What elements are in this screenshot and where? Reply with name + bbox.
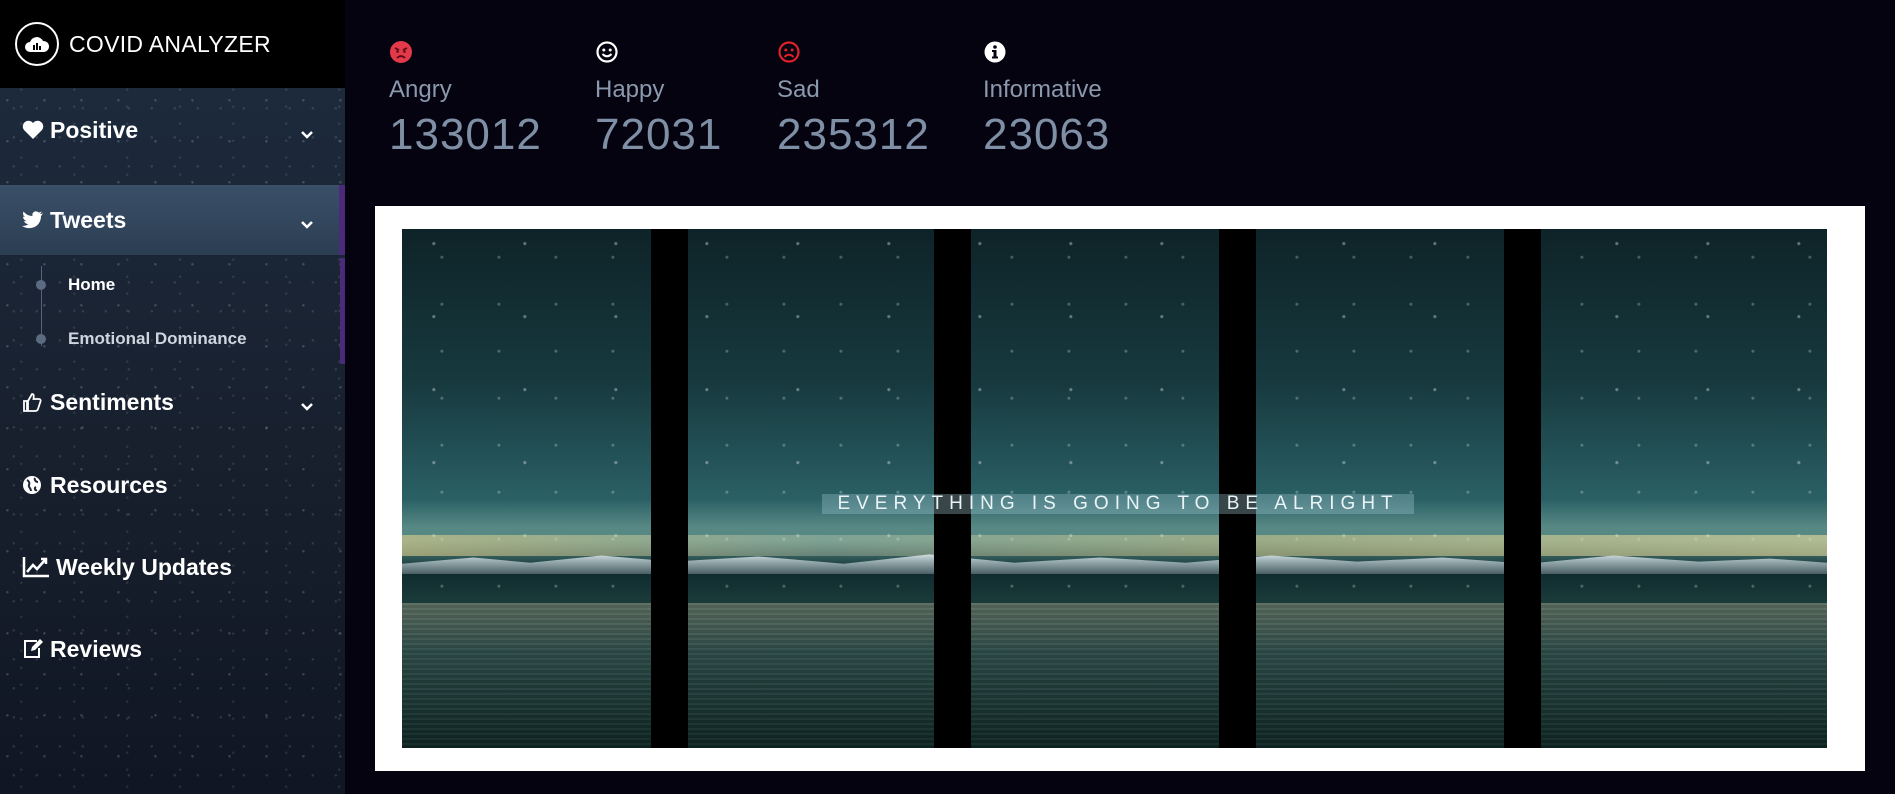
chevron-down-icon: [299, 394, 315, 421]
smile-face-icon: [595, 40, 619, 64]
hero-caption: EVERYTHING IS GOING TO BE ALRIGHT: [822, 493, 1414, 515]
submenu-item-label: Emotional Dominance: [68, 329, 247, 348]
stat-value: 23063: [983, 110, 1111, 159]
stat-value: 72031: [595, 110, 723, 159]
sidebar-item-label: Reviews: [50, 635, 143, 662]
sad-face-icon: [777, 40, 801, 64]
stat-value: 235312: [777, 110, 930, 159]
sidebar-item-label: Tweets: [50, 206, 127, 233]
sidebar-item-label: Weekly Updates: [56, 553, 232, 580]
info-icon: [983, 40, 1007, 64]
globe-icon: [22, 474, 44, 496]
sidebar-item-positive[interactable]: Positive: [0, 102, 345, 158]
sidebar-item-sentiments[interactable]: Sentiments: [0, 374, 345, 430]
submenu-item-home[interactable]: Home: [0, 270, 340, 300]
sidebar-item-tweets[interactable]: Tweets: [0, 185, 345, 255]
black-bar: [1503, 229, 1541, 748]
stat-value: 133012: [389, 110, 542, 159]
stat-sad: Sad 235312: [777, 40, 930, 160]
stat-informative: Informative 23063: [983, 40, 1110, 160]
stat-label: Happy: [595, 76, 665, 103]
chevron-down-icon: [299, 122, 315, 149]
sidebar-item-label: Sentiments: [50, 388, 174, 415]
black-bar: [651, 229, 689, 748]
cloud-chart-icon[interactable]: [15, 22, 59, 66]
sidebar: Positive Tweets Home Emotional Dominance…: [0, 88, 345, 794]
edit-icon: [22, 638, 44, 660]
submenu-item-label: Home: [68, 275, 116, 294]
submenu-item-emotional-dominance[interactable]: Emotional Dominance: [0, 324, 340, 354]
bullet-dot: [36, 334, 46, 344]
sidebar-item-weekly-updates[interactable]: Weekly Updates: [0, 539, 345, 595]
lake-water: [402, 602, 1827, 748]
black-bar: [1218, 229, 1256, 748]
thumbs-up-icon: [22, 391, 44, 413]
sidebar-item-resources[interactable]: Resources: [0, 457, 345, 513]
chevron-down-icon: [299, 212, 315, 239]
hero-image: EVERYTHING IS GOING TO BE ALRIGHT: [402, 229, 1827, 748]
heart-icon: [22, 119, 44, 141]
bullet-dot: [36, 280, 46, 290]
stat-label: Informative: [983, 76, 1102, 103]
brand-bar: COVID ANALYZER: [0, 0, 345, 88]
line-chart-icon: [22, 556, 50, 578]
hero-frame: EVERYTHING IS GOING TO BE ALRIGHT: [375, 206, 1865, 771]
brand-title[interactable]: COVID ANALYZER: [69, 31, 271, 58]
black-bar: [933, 229, 971, 748]
sidebar-item-label: Positive: [50, 116, 139, 143]
stat-angry: Angry 133012: [389, 40, 542, 160]
stat-happy: Happy 72031: [595, 40, 722, 160]
stat-label: Sad: [777, 76, 820, 103]
twitter-icon: [22, 209, 44, 231]
angry-face-icon: [389, 40, 413, 64]
sidebar-item-reviews[interactable]: Reviews: [0, 621, 345, 677]
sidebar-item-label: Resources: [50, 471, 168, 498]
stat-label: Angry: [389, 76, 452, 103]
sunset-clouds: [402, 535, 1827, 556]
